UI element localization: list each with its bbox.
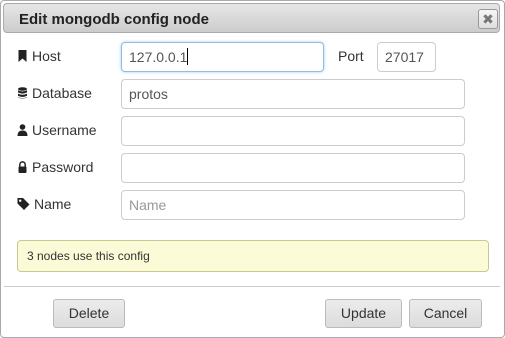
username-input[interactable] bbox=[121, 116, 465, 146]
database-input[interactable]: protos bbox=[121, 79, 465, 109]
config-dialog: Edit mongodb config node ✖ Host 127.0.0.… bbox=[0, 0, 505, 338]
port-input[interactable]: 27017 bbox=[377, 42, 436, 72]
password-input[interactable] bbox=[121, 153, 465, 183]
name-label-text: Name bbox=[34, 196, 72, 212]
host-input-value: 127.0.0.1 bbox=[129, 49, 188, 65]
name-label: Name bbox=[17, 196, 71, 212]
bookmark-icon bbox=[18, 50, 27, 62]
database-label: Database bbox=[17, 85, 92, 101]
dialog-titlebar[interactable]: Edit mongodb config node ✖ bbox=[3, 3, 500, 33]
username-label-text: Username bbox=[32, 122, 97, 138]
config-usage-notice: 3 nodes use this config bbox=[17, 240, 489, 272]
host-label: Host bbox=[17, 48, 61, 64]
update-button[interactable]: Update bbox=[325, 299, 402, 328]
close-icon[interactable]: ✖ bbox=[478, 9, 498, 29]
username-label: Username bbox=[17, 122, 97, 138]
dialog-title: Edit mongodb config node bbox=[19, 11, 209, 28]
port-label: Port bbox=[338, 48, 364, 64]
tag-icon bbox=[17, 198, 30, 210]
name-input[interactable]: Name bbox=[121, 190, 465, 220]
cancel-button[interactable]: Cancel bbox=[409, 299, 482, 328]
lock-icon bbox=[18, 161, 27, 173]
password-label: Password bbox=[17, 159, 93, 175]
host-label-text: Host bbox=[32, 48, 61, 64]
user-icon bbox=[17, 124, 28, 136]
text-caret bbox=[187, 48, 189, 65]
footer-divider bbox=[4, 286, 500, 287]
database-icon bbox=[18, 87, 27, 99]
host-input[interactable]: 127.0.0.1 bbox=[121, 42, 324, 72]
database-label-text: Database bbox=[32, 85, 92, 101]
password-label-text: Password bbox=[32, 159, 94, 175]
name-input-placeholder: Name bbox=[129, 197, 167, 213]
delete-button[interactable]: Delete bbox=[53, 299, 125, 328]
